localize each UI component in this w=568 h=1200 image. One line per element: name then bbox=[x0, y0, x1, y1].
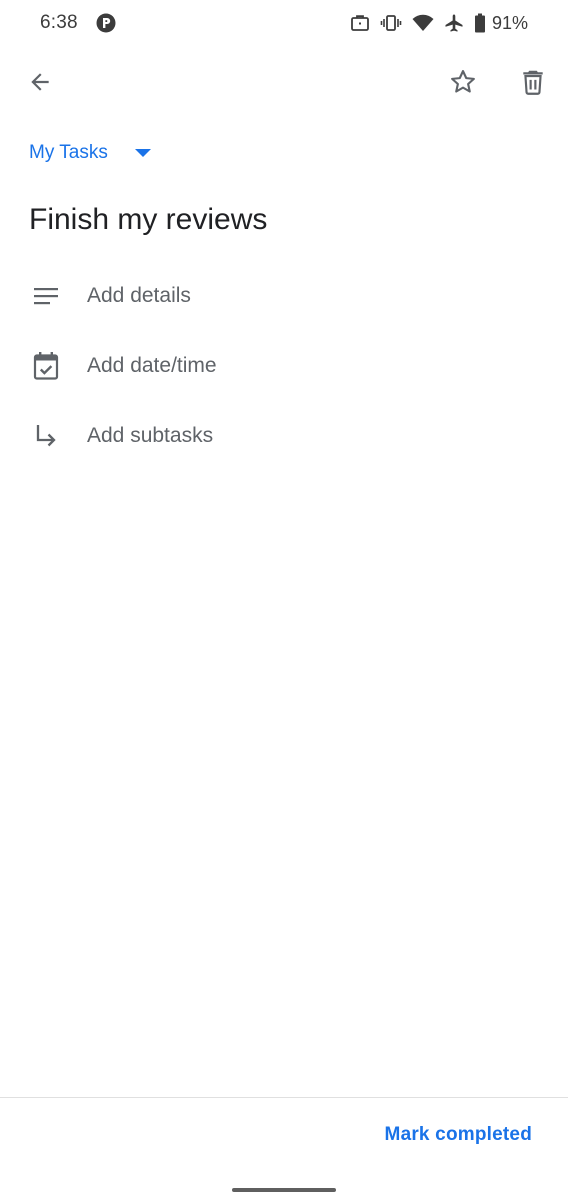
add-date-time-label: Add date/time bbox=[87, 354, 217, 377]
briefcase-icon bbox=[350, 14, 370, 32]
status-time: 6:38 bbox=[40, 12, 78, 33]
add-subtasks-label: Add subtasks bbox=[87, 424, 214, 447]
status-bar: 6:38 91% bbox=[0, 0, 568, 48]
wifi-icon bbox=[412, 14, 434, 32]
trash-icon bbox=[520, 68, 546, 101]
caret-down-icon bbox=[134, 149, 151, 157]
app-bar bbox=[0, 56, 568, 114]
add-details-row[interactable]: Add details bbox=[0, 268, 568, 324]
battery-percent: 91% bbox=[491, 12, 528, 33]
subdirectory-arrow-icon bbox=[30, 420, 62, 452]
gesture-nav-handle[interactable] bbox=[232, 1188, 336, 1192]
add-details-label: Add details bbox=[87, 284, 191, 307]
arrow-back-icon bbox=[27, 69, 53, 100]
status-icons: 91% bbox=[350, 11, 528, 35]
star-outline-icon bbox=[448, 67, 478, 102]
add-date-time-row[interactable]: Add date/time bbox=[0, 338, 568, 394]
calendar-check-icon bbox=[30, 350, 62, 382]
task-title[interactable]: Finish my reviews bbox=[29, 203, 267, 237]
vibrate-icon bbox=[380, 14, 402, 32]
battery-icon bbox=[474, 13, 486, 33]
back-button[interactable] bbox=[16, 60, 64, 108]
notes-icon bbox=[30, 280, 62, 312]
delete-button[interactable] bbox=[509, 60, 557, 108]
list-selector-label: My Tasks bbox=[29, 142, 108, 163]
mark-completed-button[interactable]: Mark completed bbox=[385, 1124, 532, 1146]
star-button[interactable] bbox=[439, 60, 487, 108]
list-selector[interactable]: My Tasks bbox=[29, 138, 151, 168]
bottom-divider bbox=[0, 1097, 568, 1098]
airplane-mode-icon bbox=[444, 13, 464, 33]
app-notification-icon bbox=[96, 13, 116, 33]
add-subtasks-row[interactable]: Add subtasks bbox=[0, 408, 568, 464]
